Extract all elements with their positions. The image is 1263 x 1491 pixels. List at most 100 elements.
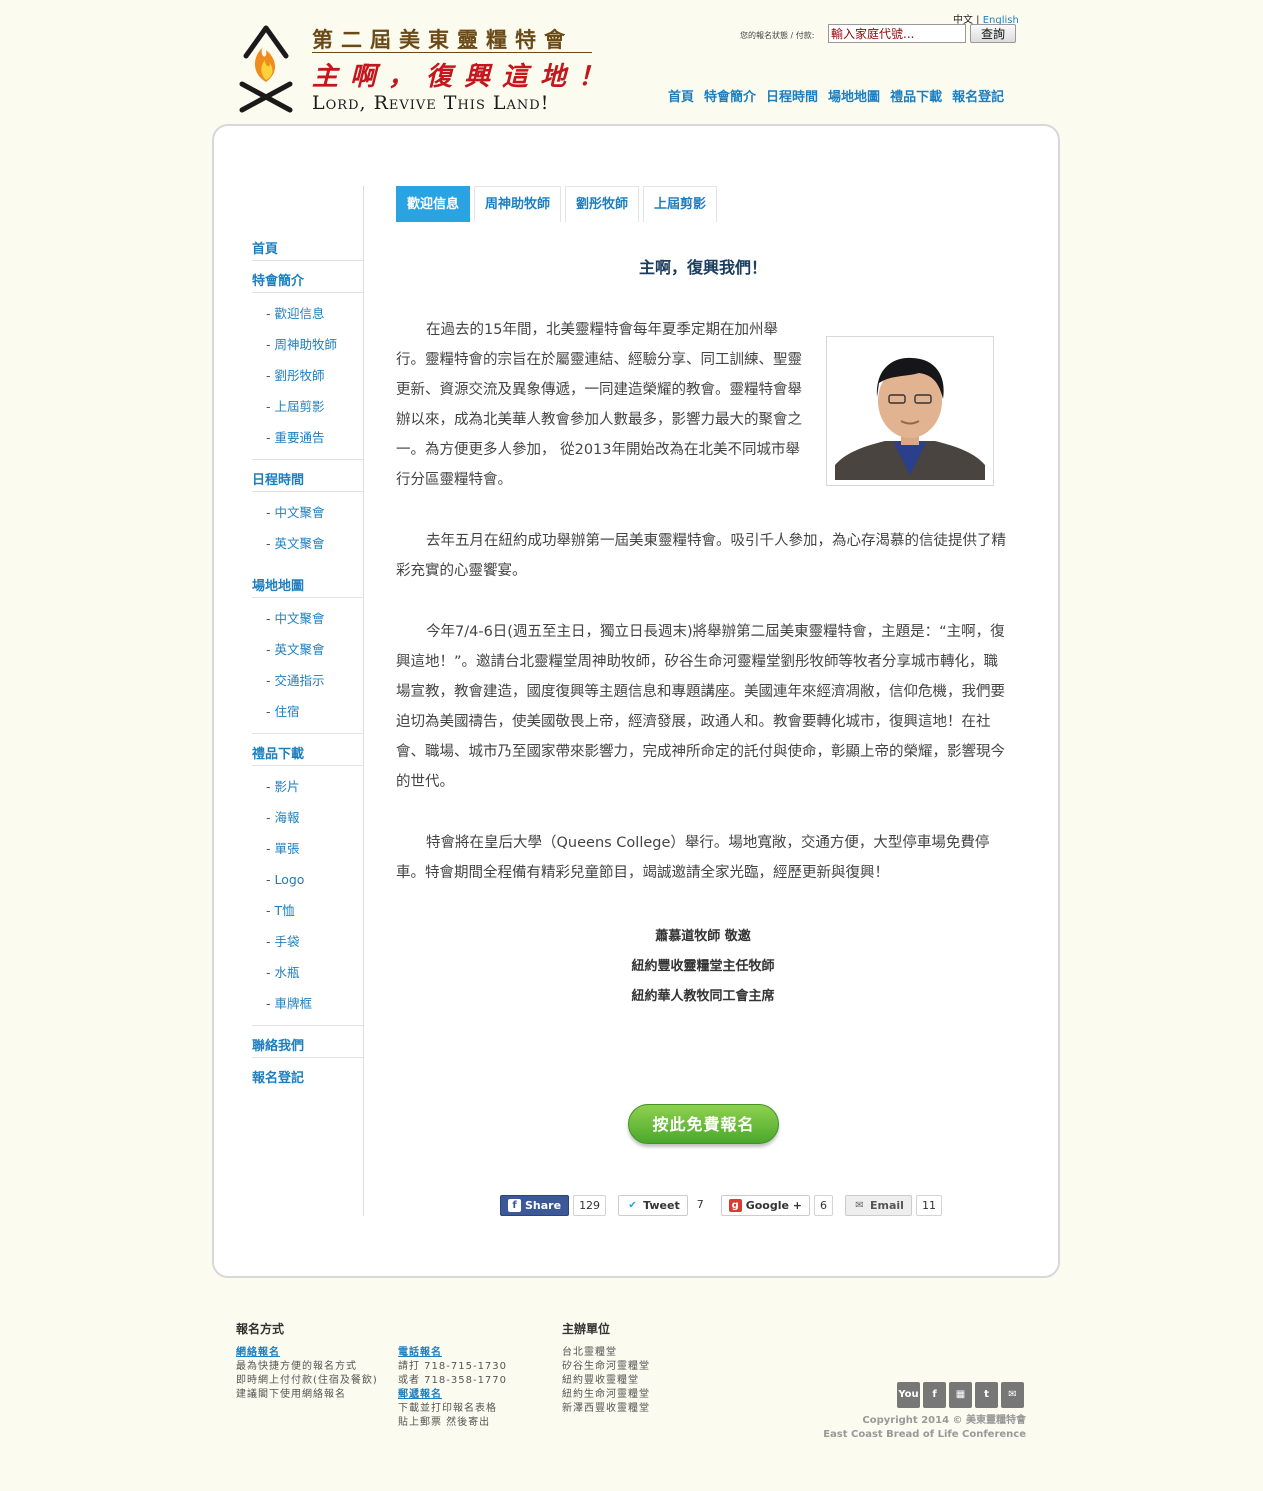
sidebar-item-schedule-english[interactable]: 英文聚會 (252, 534, 363, 565)
share-facebook[interactable]: f Share 129 (500, 1195, 607, 1216)
host-item: 矽谷生命河靈糧堂 (562, 1361, 650, 1372)
query-button[interactable]: 查詢 (970, 24, 1016, 43)
twitter-share-label: Tweet (643, 1199, 680, 1212)
sidebar-item-welcome[interactable]: 歡迎信息 (252, 304, 363, 335)
mail-line-1: 下載並打印報名表格 (398, 1403, 497, 1414)
nav-intro[interactable]: 特會簡介 (704, 86, 756, 105)
sidebar-schedule[interactable]: 日程時間 (252, 471, 363, 492)
logo-slogan: 主啊，復興這地！ (312, 62, 617, 92)
nav-venue[interactable]: 場地地圖 (828, 86, 880, 105)
nav-downloads[interactable]: 禮品下載 (890, 86, 942, 105)
tab-gallery[interactable]: 上屆剪影 (643, 186, 718, 222)
google-plus-share-button[interactable]: g Google + (720, 1195, 810, 1216)
sidebar-intro[interactable]: 特會簡介 (252, 272, 363, 293)
sidebar-item-logo[interactable]: Logo (252, 870, 363, 901)
mail-registration-link[interactable]: 郵遞報名 (398, 1388, 507, 1402)
sidebar-gifts[interactable]: 禮品下載 (252, 745, 363, 766)
welcome-paragraph-4: 特會將在皇后大學（Queens College）舉行。場地寬敞，交通方便，大型停… (396, 835, 990, 881)
signature-block: 蕭慕道牧師 敬邀 紐約豐收靈糧堂主任牧師 紐約華人教牧同工會主席 (396, 922, 1010, 1012)
share-twitter[interactable]: ✔ Tweet 7 (618, 1195, 709, 1216)
sidebar-item-bottle[interactable]: 水瓶 (252, 963, 363, 994)
footer-social-links: You f ▦ t ✉ (897, 1382, 1024, 1408)
phone-line-2: 或者 718-358-1770 (398, 1375, 508, 1386)
phone-registration-link[interactable]: 電話報名 (398, 1346, 507, 1360)
sidebar-item-venue-chinese[interactable]: 中文聚會 (252, 609, 363, 640)
family-code-input[interactable] (828, 24, 966, 43)
email-icon: ✉ (855, 1200, 864, 1211)
email-share-label: Email (870, 1199, 904, 1212)
host-item: 紐約豐收靈糧堂 (562, 1375, 639, 1386)
pastor-photo (826, 336, 994, 486)
sidebar-item-pastor-liu[interactable]: 劉彤牧師 (252, 366, 363, 397)
logo-divider (312, 52, 592, 53)
facebook-share-button[interactable]: f Share (500, 1195, 570, 1216)
sidebar-item-notices[interactable]: 重要通告 (252, 428, 363, 459)
signature-title-1: 紐約豐收靈糧堂主任牧師 (631, 959, 775, 974)
sidebar: 首頁 特會簡介 歡迎信息 周神助牧師 劉彤牧師 上屆剪影 重要通告 日程時間 中… (252, 240, 363, 1101)
registration-status-label: 您的報名狀態 / 付款: (740, 31, 815, 40)
email-share-count: 11 (915, 1195, 942, 1216)
sidebar-divider (363, 186, 364, 1216)
top-navigation: 首頁 特會簡介 日程時間 場地地圖 禮品下載 報名登記 (668, 86, 1004, 105)
email-share-button[interactable]: ✉ Email (845, 1195, 912, 1216)
copyright: Copyright 2014 © 美東靈糧特會 East Coast Bread… (820, 1414, 1026, 1442)
phone-line-1: 請打 718-715-1730 (398, 1361, 508, 1372)
facebook-icon[interactable]: f (923, 1382, 946, 1408)
free-register-button[interactable]: 按此免費報名 (628, 1104, 779, 1144)
site-logo[interactable]: 第二屆美東靈糧特會 主啊，復興這地！ Lord, Revive This Lan… (238, 22, 604, 118)
logo-english: Lord, Revive This Land! (312, 92, 550, 114)
sidebar-item-directions[interactable]: 交通指示 (252, 671, 363, 702)
tab-pastor-zhou[interactable]: 周神助牧師 (474, 186, 562, 222)
nav-schedule[interactable]: 日程時間 (766, 86, 818, 105)
welcome-paragraph-2: 去年五月在紐約成功舉辦第一屆美東靈糧特會。吸引千人參加，為心存渴慕的信徒提供了精… (396, 533, 1006, 579)
sidebar-item-tshirt[interactable]: T恤 (252, 901, 363, 932)
nav-home[interactable]: 首頁 (668, 86, 694, 105)
sidebar-item-schedule-chinese[interactable]: 中文聚會 (252, 503, 363, 534)
content-tabs: 歡迎信息 周神助牧師 劉彤牧師 上屆剪影 (396, 186, 718, 222)
sidebar-register[interactable]: 報名登記 (252, 1069, 363, 1090)
facebook-share-label: Share (525, 1199, 562, 1212)
mail-line-2: 貼上郵票 然後寄出 (398, 1417, 491, 1428)
sidebar-item-pastor-zhou[interactable]: 周神助牧師 (252, 335, 363, 366)
nav-register[interactable]: 報名登記 (952, 86, 1004, 105)
tab-pastor-liu[interactable]: 劉彤牧師 (565, 186, 640, 222)
sidebar-item-video[interactable]: 影片 (252, 777, 363, 808)
sidebar-item-flyer[interactable]: 單張 (252, 839, 363, 870)
logo-title: 第二屆美東靈糧特會 (312, 27, 573, 52)
tab-welcome[interactable]: 歡迎信息 (396, 186, 471, 222)
google-plus-share-count: 6 (814, 1195, 833, 1216)
online-registration-link[interactable]: 網絡報名 (236, 1346, 378, 1360)
sidebar-item-gallery[interactable]: 上屆剪影 (252, 397, 363, 428)
feed-icon[interactable]: ▦ (949, 1382, 972, 1408)
page-title: 主啊，復興我們！ (638, 258, 767, 277)
share-email[interactable]: ✉ Email 11 (845, 1195, 942, 1216)
sidebar-item-lodging[interactable]: 住宿 (252, 702, 363, 733)
online-line-3: 建議閣下使用網絡報名 (236, 1389, 346, 1400)
host-item: 台北靈糧堂 (562, 1347, 617, 1358)
twitter-share-count: 7 (696, 1198, 704, 1211)
sidebar-item-plate-frame[interactable]: 車牌框 (252, 994, 363, 1025)
flame-cross-logo-icon (239, 25, 293, 113)
sidebar-item-poster[interactable]: 海報 (252, 808, 363, 839)
footer-host-list: 台北靈糧堂 矽谷生命河靈糧堂 紐約豐收靈糧堂 紐約生命河靈糧堂 新澤西豐收靈糧堂 (562, 1346, 650, 1416)
footer-registration-heading: 報名方式 (236, 1322, 285, 1336)
online-line-2: 即時網上付付款(住宿及餐飲) (236, 1375, 378, 1386)
sidebar-item-tote[interactable]: 手袋 (252, 932, 363, 963)
twitter-icon[interactable]: t (975, 1382, 998, 1408)
twitter-share-button[interactable]: ✔ Tweet (618, 1195, 688, 1216)
share-google-plus[interactable]: g Google + 6 (720, 1195, 833, 1216)
sidebar-venue[interactable]: 場地地圖 (252, 577, 363, 598)
sidebar-item-venue-english[interactable]: 英文聚會 (252, 640, 363, 671)
sidebar-separator (252, 733, 363, 734)
youtube-icon[interactable]: You (897, 1382, 920, 1408)
sidebar-contact[interactable]: 聯絡我們 (252, 1037, 363, 1058)
welcome-paragraph-1: 在過去的15年間，北美靈糧特會每年夏季定期在加州舉行。靈糧特會的宗旨在於屬靈連結… (396, 322, 802, 488)
email-icon[interactable]: ✉ (1001, 1382, 1024, 1408)
footer-online-registration: 網絡報名 最為快捷方便的報名方式 即時網上付付款(住宿及餐飲) 建議閣下使用網絡… (236, 1346, 378, 1402)
facebook-share-count: 129 (573, 1195, 607, 1216)
share-bar: f Share 129 ✔ Tweet 7 g Google + 6 ✉ Ema… (500, 1195, 942, 1216)
signature-name: 蕭慕道牧師 敬邀 (655, 929, 751, 944)
copyright-en: East Coast Bread of Life Conference (823, 1429, 1026, 1440)
sidebar-home[interactable]: 首頁 (252, 240, 363, 261)
